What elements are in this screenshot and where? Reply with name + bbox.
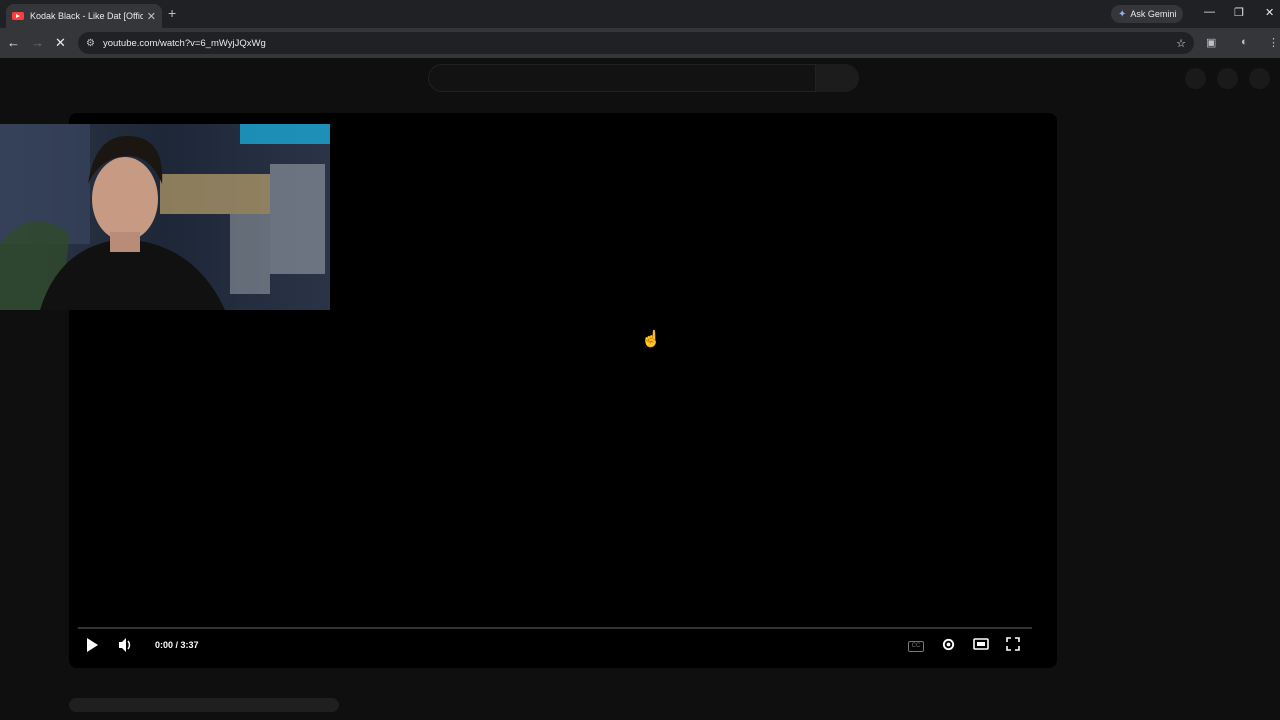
progress-bar[interactable] xyxy=(78,627,1032,629)
youtube-favicon-icon xyxy=(12,12,24,20)
volume-icon[interactable] xyxy=(118,637,132,653)
theater-icon[interactable] xyxy=(973,637,989,651)
title-placeholder xyxy=(69,698,339,712)
captions-button[interactable]: CC xyxy=(908,641,924,652)
mouse-cursor-icon: ☝ xyxy=(641,331,661,348)
menu-icon[interactable]: ⋮ xyxy=(1268,36,1279,49)
cast-icon[interactable]: ▣ xyxy=(1206,36,1216,49)
new-tab-button[interactable]: + xyxy=(168,5,176,21)
header-icon-placeholder xyxy=(1217,68,1238,89)
minimize-button[interactable]: — xyxy=(1204,6,1215,18)
webcam-feed-image xyxy=(0,124,330,310)
gemini-spark-icon: ✦ xyxy=(1118,8,1127,20)
search-button-placeholder[interactable] xyxy=(816,64,859,92)
profile-icon[interactable]: ◐ xyxy=(1241,36,1248,48)
play-icon[interactable] xyxy=(85,637,99,653)
header-icon-placeholder xyxy=(1185,68,1206,89)
forward-arrow-icon[interactable]: → xyxy=(31,35,44,50)
stop-icon[interactable]: ✕ xyxy=(55,35,66,51)
browser-toolbar: ← → ✕ ⚙ youtube.com/watch?v=6_mWyjJQxWg … xyxy=(0,28,1280,58)
search-input-placeholder[interactable] xyxy=(428,64,816,92)
tab-title: Kodak Black - Like Dat [Official xyxy=(30,11,143,21)
ask-gemini-button[interactable]: ✦ Ask Gemini xyxy=(1111,5,1184,23)
site-info-icon[interactable]: ⚙ xyxy=(86,38,95,49)
url-text: youtube.com/watch?v=6_mWyjJQxWg xyxy=(102,37,266,49)
close-window-button[interactable]: ✕ xyxy=(1265,6,1274,19)
fullscreen-icon[interactable] xyxy=(1006,637,1020,651)
tab-strip: Kodak Black - Like Dat [Official ✕ + ✦ A… xyxy=(0,0,1280,28)
star-icon[interactable]: ☆ xyxy=(1176,37,1186,50)
settings-icon[interactable] xyxy=(941,637,956,652)
tab-close-icon[interactable]: ✕ xyxy=(147,10,156,23)
avatar-placeholder xyxy=(1249,68,1270,89)
ask-gemini-label: Ask Gemini xyxy=(1130,9,1177,19)
address-bar[interactable]: ⚙ youtube.com/watch?v=6_mWyjJQxWg ☆ xyxy=(78,32,1194,54)
restore-button[interactable]: ❐ xyxy=(1234,6,1244,19)
time-display: 0:00 / 3:37 xyxy=(155,640,199,650)
browser-tab[interactable]: Kodak Black - Like Dat [Official ✕ xyxy=(6,4,162,28)
back-arrow-icon[interactable]: ← xyxy=(7,35,20,50)
webcam-overlay xyxy=(0,124,330,310)
